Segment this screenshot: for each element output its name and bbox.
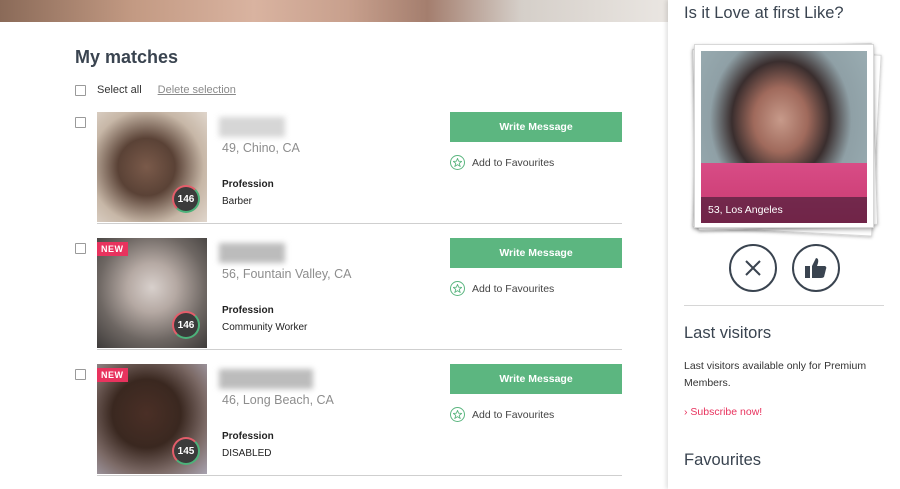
match-name-blurred[interactable] [219,243,285,263]
profile-card-caption: 53, Los Angeles [701,197,867,223]
subscribe-label: Subscribe now! [690,406,763,418]
close-icon [745,260,761,276]
match-photo[interactable]: 146 [97,112,207,222]
match-card: NEW 146 56, Fountain Valley, CA Professi… [75,238,622,355]
match-location: 46, Long Beach, CA [222,393,334,407]
match-card: 146 49, Chino, CA Profession Barber Writ… [75,112,622,229]
match-photo[interactable]: NEW 145 [97,364,207,474]
hero-banner [0,0,668,22]
match-score-badge: 146 [172,311,200,339]
add-to-favourites-link[interactable]: Add to Favourites [450,407,554,422]
delete-selection-link[interactable]: Delete selection [158,84,236,96]
add-to-favourites-label: Add to Favourites [472,408,555,421]
profession-value: Barber [222,196,253,207]
new-badge: NEW [97,242,128,256]
select-all-label[interactable]: Select all [97,84,142,96]
select-all-checkbox[interactable] [75,84,86,96]
match-divider [97,223,622,224]
sidebar-divider [684,305,884,306]
match-card: NEW 145 46, Long Beach, CA Profession DI… [75,364,622,481]
match-divider [97,475,622,476]
write-message-button[interactable]: Write Message [450,112,622,142]
match-photo[interactable]: NEW 146 [97,238,207,348]
profile-card[interactable]: 53, Los Angeles [694,44,874,228]
write-message-button[interactable]: Write Message [450,238,622,268]
page-title: My matches [75,47,179,67]
like-card-stack: 53, Los Angeles [691,42,882,237]
star-icon [450,155,465,170]
sidebar: Is it Love at first Like? 53, Los Angele… [668,0,900,489]
match-score-badge: 146 [172,185,200,213]
profession-label: Profession [222,305,274,316]
profile-card-photo: 53, Los Angeles [701,51,867,223]
write-message-button[interactable]: Write Message [450,364,622,394]
main-content: My matches Select all Delete selection 1… [0,22,668,489]
add-to-favourites-link[interactable]: Add to Favourites [450,281,554,296]
match-name-blurred[interactable] [219,117,285,137]
add-to-favourites-label: Add to Favourites [472,156,555,169]
star-icon [450,281,465,296]
last-visitors-text: Last visitors available only for Premium… [684,360,867,389]
star-icon [450,407,465,422]
thumbs-up-icon [805,258,827,278]
match-score-badge: 145 [172,437,200,465]
like-button[interactable] [792,244,840,292]
match-location: 56, Fountain Valley, CA [222,267,352,281]
new-badge: NEW [97,368,128,382]
last-visitors-title: Last visitors [684,324,772,342]
profession-label: Profession [222,431,274,442]
match-checkbox[interactable] [75,369,86,380]
profession-value: Community Worker [222,322,308,333]
subscribe-link[interactable]: › Subscribe now! [684,406,762,418]
match-name-blurred[interactable] [219,369,313,389]
add-to-favourites-label: Add to Favourites [472,282,555,295]
match-divider [97,349,622,350]
match-checkbox[interactable] [75,243,86,254]
add-to-favourites-link[interactable]: Add to Favourites [450,155,554,170]
chevron-right-icon: › [684,406,688,418]
profession-value: DISABLED [222,448,272,459]
favourites-title: Favourites [684,451,762,469]
love-at-first-like-title: Is it Love at first Like? [684,4,844,22]
profession-label: Profession [222,179,274,190]
match-checkbox[interactable] [75,117,86,128]
selection-bar: Select all Delete selection [75,83,236,97]
reject-button[interactable] [729,244,777,292]
match-location: 49, Chino, CA [222,141,300,155]
